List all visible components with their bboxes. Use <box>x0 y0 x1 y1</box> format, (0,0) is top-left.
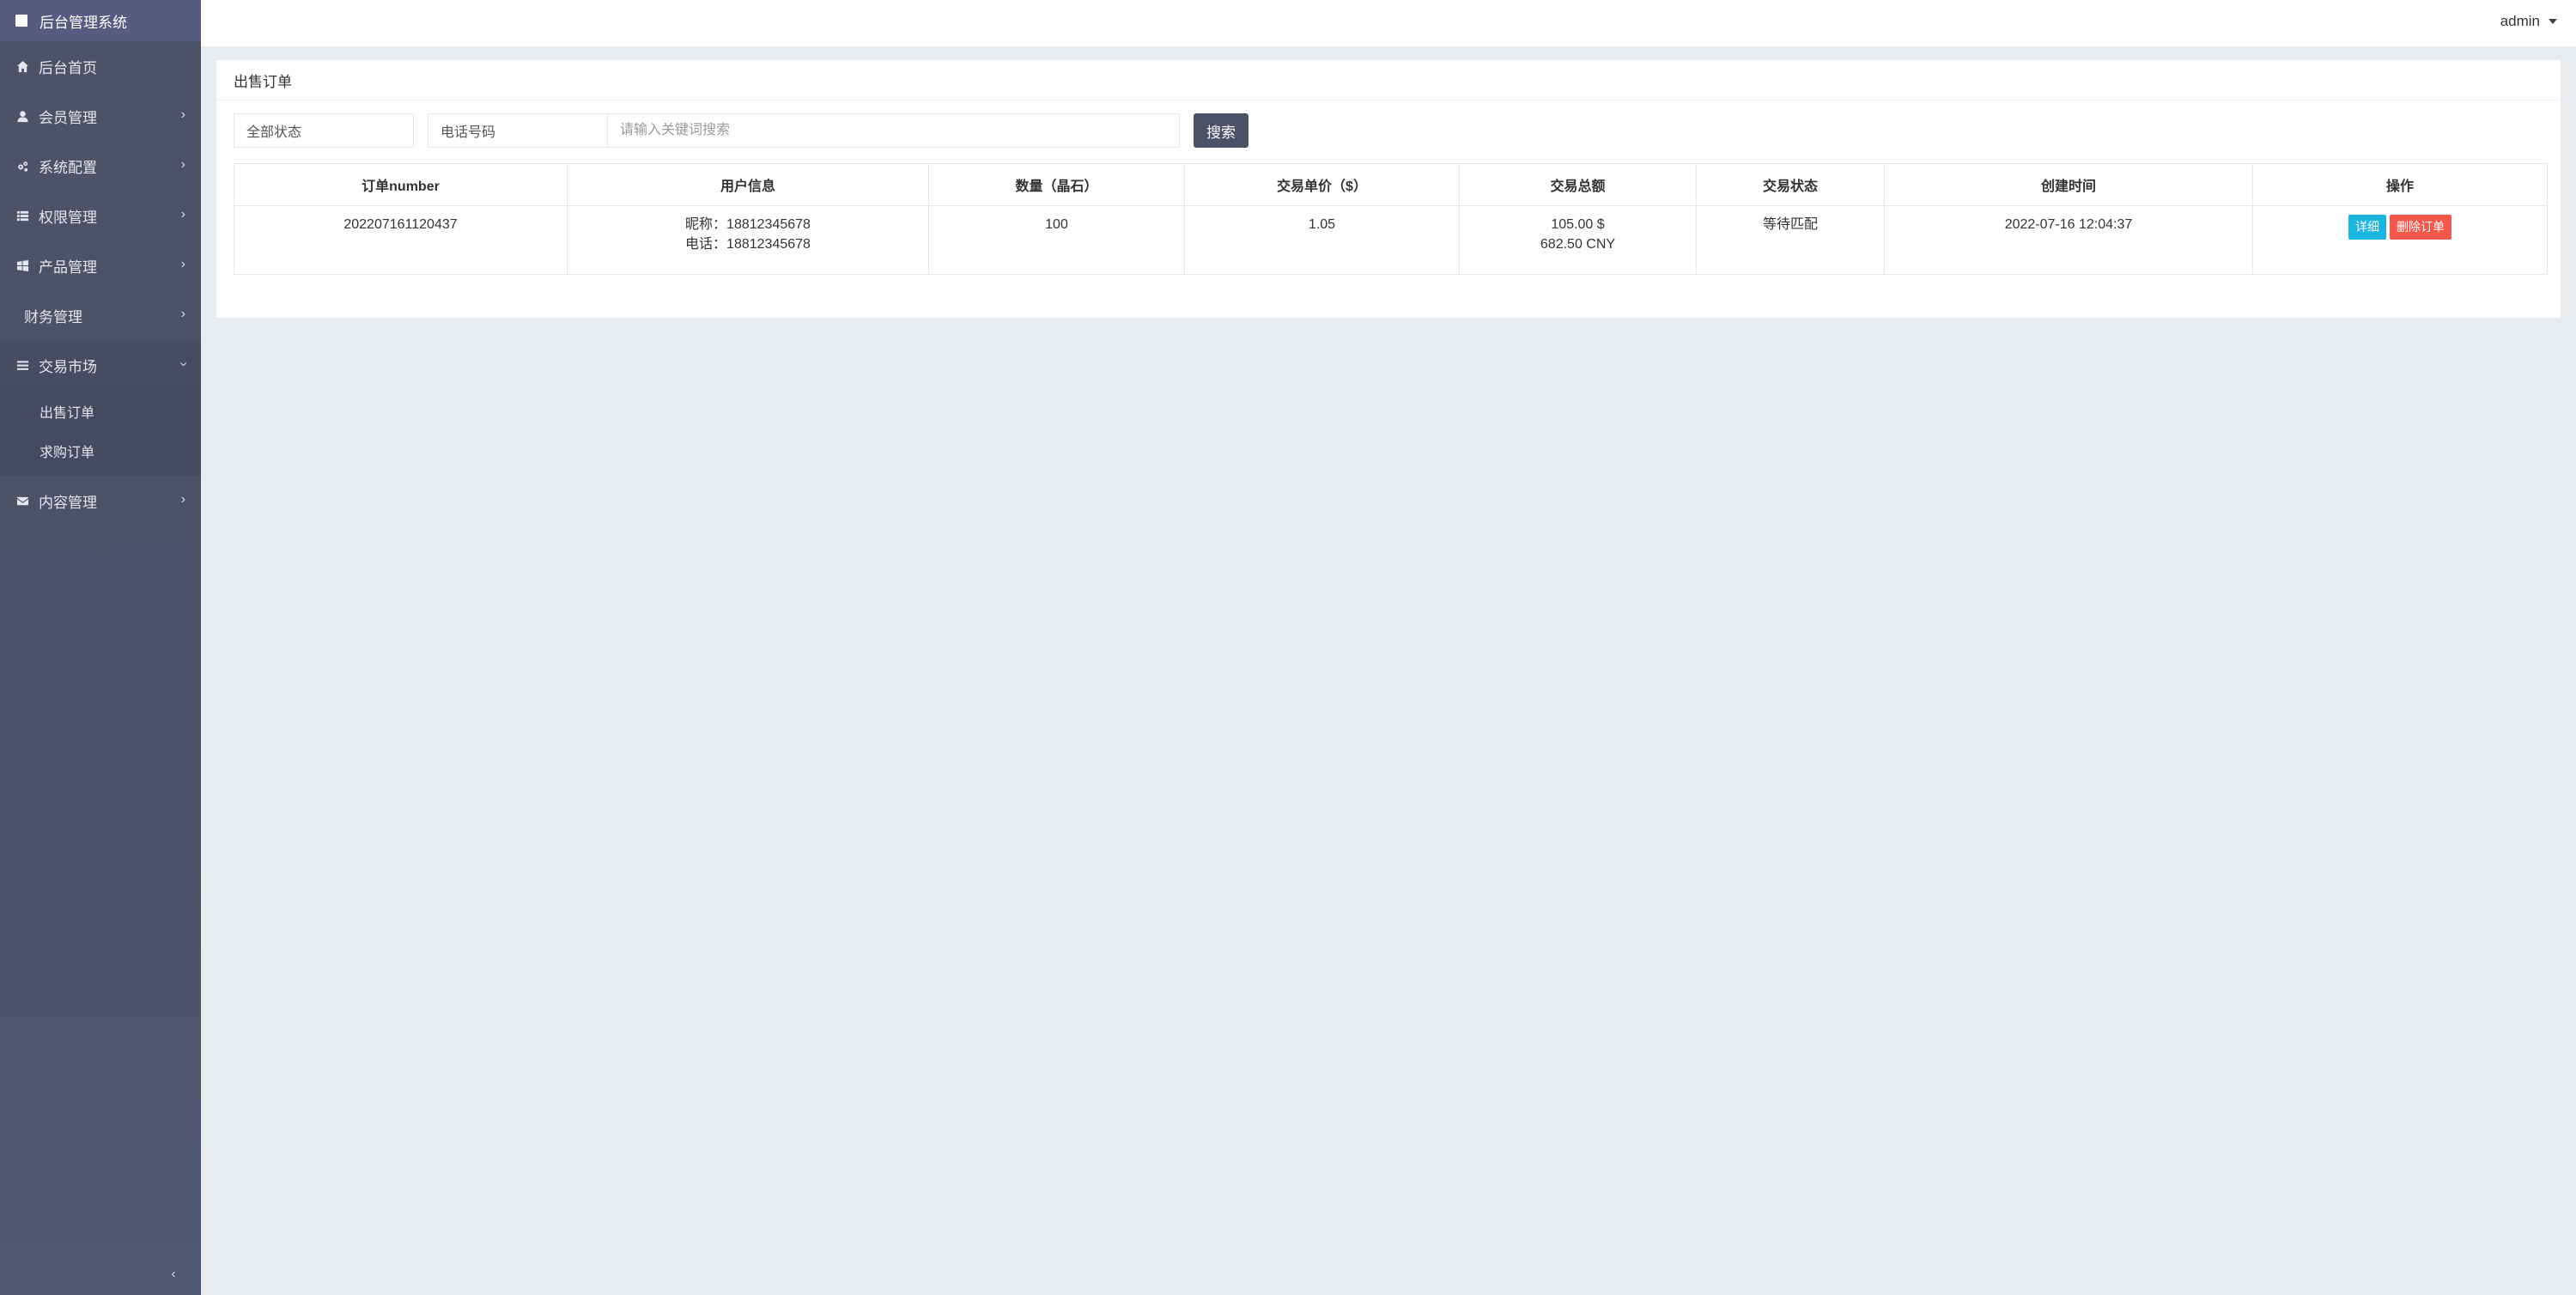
column-header: 交易总额 <box>1459 163 1697 206</box>
chevron-right-icon: › <box>180 207 185 222</box>
windows-icon <box>15 258 29 272</box>
unit-price-cell: 1.05 <box>1184 205 1460 275</box>
table-row: 202207161120437 昵称：18812345678 电话：188123… <box>234 205 2548 275</box>
column-header: 用户信息 <box>567 163 929 206</box>
column-header: 数量（晶石） <box>928 163 1185 206</box>
total-usd: 105.00 $ <box>1551 217 1605 232</box>
user-info-cell: 昵称：18812345678 电话：18812345678 <box>567 205 929 275</box>
sidebar-item-label: 后台首页 <box>39 59 97 76</box>
orders-card: 出售订单 全部状态 电话号码 搜索 订单number 用户信息 数量（晶石） 交… <box>216 60 2561 318</box>
detail-button[interactable]: 详细 <box>2348 215 2386 240</box>
submenu-item-buy-orders[interactable]: 求购订单 <box>0 431 201 471</box>
home-icon <box>15 59 29 73</box>
column-header: 操作 <box>2252 163 2548 206</box>
topbar: admin <box>201 0 2576 46</box>
brand[interactable]: 后台管理系统 <box>0 0 201 41</box>
quantity-cell: 100 <box>928 205 1185 275</box>
list-icon <box>15 209 29 222</box>
status-cell: 等待匹配 <box>1696 205 1885 275</box>
sidebar-item-label: 系统配置 <box>39 159 97 176</box>
sidebar-item-label: 会员管理 <box>39 109 97 126</box>
sidebar-item-permissions[interactable]: 权限管理 › <box>0 191 201 240</box>
logo-square-icon <box>15 15 27 27</box>
chevron-down-icon: › <box>176 362 191 367</box>
card-title: 出售订单 <box>216 60 2561 100</box>
keyword-search-input[interactable] <box>608 113 1180 148</box>
sidebar-item-dashboard[interactable]: 后台首页 <box>0 41 201 91</box>
sidebar-item-label: 权限管理 <box>39 209 97 226</box>
total-cell: 105.00 $ 682.50 CNY <box>1459 205 1697 275</box>
sidebar-item-content[interactable]: 内容管理 › <box>0 476 201 526</box>
delete-order-button[interactable]: 删除订单 <box>2390 215 2451 240</box>
user-name: admin <box>2500 13 2540 29</box>
chevron-right-icon: › <box>180 157 185 172</box>
envelope-icon <box>15 494 29 508</box>
caret-down-icon <box>2549 19 2557 24</box>
user-nickname: 昵称：18812345678 <box>685 217 811 232</box>
sidebar-item-system-config[interactable]: 系统配置 › <box>0 141 201 191</box>
order-number-cell: 202207161120437 <box>234 205 568 275</box>
user-phone: 电话：18812345678 <box>685 237 811 252</box>
sidebar-item-finance[interactable]: 财务管理 › <box>0 290 201 340</box>
orders-table: 订单number 用户信息 数量（晶石） 交易单价（$） 交易总额 交易状态 创… <box>234 163 2548 275</box>
chevron-right-icon: › <box>180 107 185 122</box>
column-header: 交易状态 <box>1696 163 1885 206</box>
submenu-item-sell-orders[interactable]: 出售订单 <box>0 392 201 431</box>
actions-cell: 详细 删除订单 <box>2252 205 2548 275</box>
sidebar-item-label: 内容管理 <box>39 494 97 511</box>
sidebar-item-members[interactable]: 会员管理 › <box>0 91 201 141</box>
sidebar-item-label: 交易市场 <box>39 358 97 375</box>
column-header: 交易单价（$） <box>1184 163 1460 206</box>
search-button[interactable]: 搜索 <box>1194 113 1249 148</box>
chevron-right-icon: › <box>180 307 185 321</box>
column-header: 创建时间 <box>1884 163 2253 206</box>
user-icon <box>15 109 29 123</box>
status-select[interactable]: 全部状态 <box>234 113 414 148</box>
total-cny: 682.50 CNY <box>1540 237 1616 252</box>
sidebar-collapse-button[interactable]: ‹ <box>161 1262 185 1286</box>
sidebar-item-products[interactable]: 产品管理 › <box>0 240 201 290</box>
submenu-trade-market: 出售订单 求购订单 <box>0 390 201 476</box>
gears-icon <box>15 159 29 173</box>
bars-icon <box>15 358 29 372</box>
field-select[interactable]: 电话号码 <box>428 113 608 148</box>
sidebar-item-label: 产品管理 <box>39 258 97 276</box>
sidebar: 后台管理系统 后台首页 会员管理 › 系统配置 › 权限管理 › 产品管理 › <box>0 0 201 1295</box>
sidebar-item-label: 财务管理 <box>24 308 82 325</box>
column-header: 订单number <box>234 163 568 206</box>
created-time-cell: 2022-07-16 12:04:37 <box>1884 205 2253 275</box>
chevron-left-icon: ‹ <box>171 1267 176 1281</box>
user-menu[interactable]: admin <box>2500 0 2557 43</box>
brand-title: 后台管理系统 <box>39 14 127 31</box>
table-header-row: 订单number 用户信息 数量（晶石） 交易单价（$） 交易总额 交易状态 创… <box>234 163 2548 206</box>
chevron-right-icon: › <box>180 257 185 271</box>
sidebar-item-trade-market[interactable]: 交易市场 › <box>0 340 201 390</box>
chevron-right-icon: › <box>180 492 185 507</box>
